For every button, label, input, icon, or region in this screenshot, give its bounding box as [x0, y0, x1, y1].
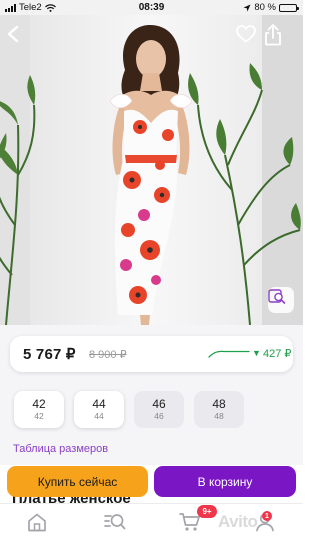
current-price: 5 767 ₽ — [23, 346, 76, 363]
favorite-button[interactable] — [236, 25, 260, 49]
old-price: 8 900 ₽ — [89, 349, 127, 361]
size-label: 46 — [152, 397, 166, 411]
back-arrow-icon — [7, 25, 19, 43]
size-label: 42 — [32, 397, 46, 411]
share-icon — [265, 24, 281, 46]
size-label: 44 — [92, 397, 106, 411]
size-label: 48 — [212, 397, 226, 411]
battery-info: 80 % — [243, 2, 299, 13]
size-selector: 42 42 44 44 46 46 48 48 — [14, 391, 244, 428]
size-option[interactable]: 48 48 — [194, 391, 244, 428]
product-info: 5 767 ₽ 8 900 ₽ ▼ 427 ₽ 42 42 44 44 46 4… — [0, 325, 303, 465]
catalog-search-icon — [104, 514, 126, 530]
heart-icon — [236, 25, 256, 43]
location-icon — [243, 4, 251, 11]
bottom-tab-bar — [0, 503, 303, 540]
tab-catalog[interactable] — [102, 510, 128, 534]
size-sublabel: 42 — [34, 411, 44, 421]
price-card[interactable]: 5 767 ₽ 8 900 ₽ ▼ 427 ₽ — [10, 336, 293, 372]
product-photo[interactable] — [0, 15, 303, 325]
share-button[interactable] — [264, 24, 288, 50]
size-sublabel: 44 — [94, 411, 104, 421]
back-button[interactable] — [6, 25, 30, 49]
size-sublabel: 46 — [154, 411, 164, 421]
size-sublabel: 48 — [214, 411, 224, 421]
price-trend-chart — [208, 350, 250, 358]
size-option[interactable]: 44 44 — [74, 391, 124, 428]
dress-photo-illustration — [0, 15, 303, 325]
battery-icon — [279, 3, 299, 12]
size-table-link[interactable]: Таблица размеров — [13, 443, 108, 455]
size-option[interactable]: 42 42 — [14, 391, 64, 428]
cart-count-badge: 9+ — [197, 505, 217, 518]
battery-percent: 80 % — [254, 2, 276, 13]
tab-home[interactable] — [24, 510, 50, 534]
price-drop-value: 427 ₽ — [263, 348, 292, 360]
size-option[interactable]: 46 46 — [134, 391, 184, 428]
add-to-cart-button[interactable]: В корзину — [154, 466, 296, 497]
status-bar: Tele2 08:39 80 % — [0, 0, 303, 15]
price-drop-icon: ▼ — [252, 348, 261, 358]
similar-search-icon — [268, 289, 286, 304]
home-icon — [28, 513, 46, 531]
avito-watermark: Avito — [218, 512, 258, 531]
buy-now-button[interactable]: Купить сейчас — [7, 466, 148, 497]
profile-notification-badge: 1 — [262, 511, 272, 521]
find-similar-button[interactable] — [268, 287, 294, 313]
